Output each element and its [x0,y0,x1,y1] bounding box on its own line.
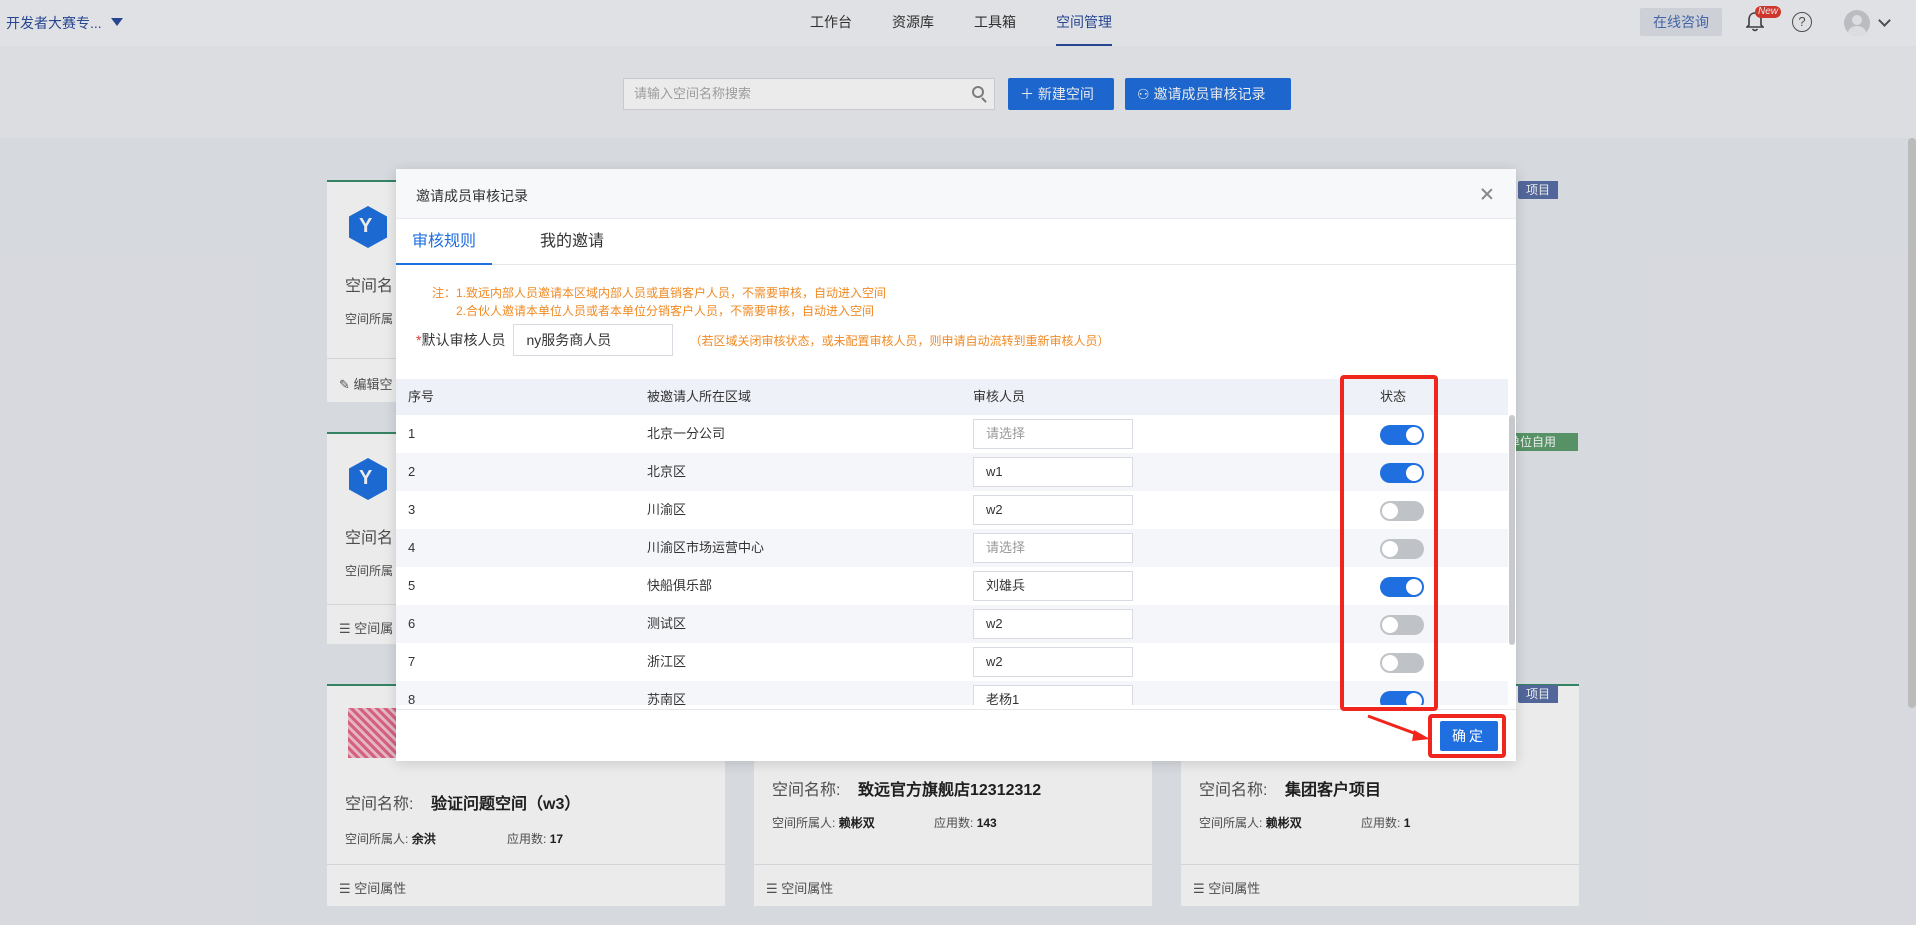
dialog-title: 邀请成员审核记录 [416,188,528,204]
row-region: 测试区 [647,616,687,631]
reviewer-select[interactable]: w2 [973,609,1133,639]
row-no: 1 [408,426,416,441]
row-no: 8 [408,692,416,705]
dialog-header: 邀请成员审核记录 [396,169,1516,219]
default-reviewer-label: 默认审核人员 [421,332,506,348]
col-region: 被邀请人所在区域 [647,389,752,404]
arrow-annotation-icon [1367,714,1430,741]
reviewer-hint: （若区域关闭审核状态，或未配置审核人员，则申请自动流转到重新审核人员） [689,333,1110,348]
default-reviewer-field[interactable]: ny服务商人员 [513,324,674,356]
row-no: 4 [408,540,416,555]
page-scrollbar[interactable] [1908,138,1916,708]
rules-note: 注：1.致远内部人员邀请本区域内部人员或直销客户人员，不需要审核，自动进入空间 … [432,284,886,320]
row-region: 浙江区 [647,654,687,669]
col-no: 序号 [408,389,435,404]
row-no: 6 [408,616,416,631]
row-region: 快船俱乐部 [647,578,713,593]
row-region: 川渝区市场运营中心 [647,540,765,555]
tab-my-invites[interactable]: 我的邀请 [524,219,620,265]
tab-review-rules[interactable]: 审核规则 [396,219,492,265]
reviewer-select[interactable]: 刘雄兵 [973,571,1133,601]
default-reviewer-row: * 默认审核人员 ny服务商人员 （若区域关闭审核状态，或未配置审核人员，则申请… [416,324,1109,356]
note-line-1: 注：1.致远内部人员邀请本区域内部人员或直销客户人员，不需要审核，自动进入空间 [432,286,887,300]
row-region: 北京区 [647,464,687,479]
row-no: 3 [408,502,416,517]
reviewer-select[interactable]: w1 [973,457,1133,487]
row-region: 北京一分公司 [647,426,726,441]
col-reviewer: 审核人员 [973,389,1026,404]
row-no: 5 [408,578,416,593]
dialog-footer: 确定 [396,709,1516,761]
reviewer-select[interactable]: w2 [973,495,1133,525]
reviewer-select[interactable]: w2 [973,647,1133,677]
row-region: 川渝区 [647,502,687,517]
reviewer-select[interactable]: 请选择 [973,419,1133,449]
note-line-2: 2.合伙人邀请本单位人员或者本单位分销客户人员，不需要审核，自动进入空间 [456,304,875,318]
row-region: 苏南区 [647,692,687,705]
row-no: 2 [408,464,416,479]
status-column-highlight [1340,375,1438,711]
close-icon[interactable] [1480,187,1494,201]
row-no: 7 [408,654,416,669]
reviewer-select[interactable]: 老杨1 [973,685,1133,705]
reviewer-select[interactable]: 请选择 [973,533,1133,563]
dialog-tabs: 审核规则 我的邀请 [396,219,1516,265]
table-scrollbar[interactable] [1509,415,1515,645]
